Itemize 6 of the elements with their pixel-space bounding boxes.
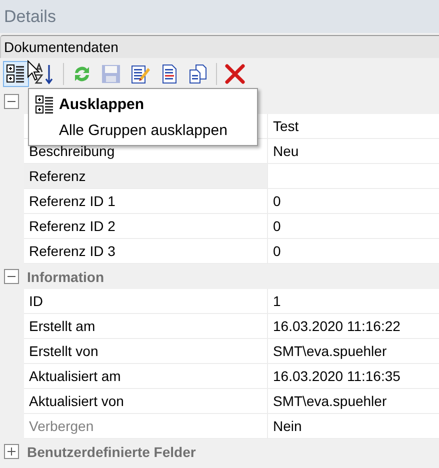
tooltip-text: Alle Gruppen ausklappen bbox=[59, 122, 228, 140]
group-title: Benutzerdefinierte Felder bbox=[27, 444, 196, 460]
window-title: Details bbox=[4, 6, 56, 26]
section-title: Dokumentendaten bbox=[4, 39, 118, 55]
tooltip-title: Ausklappen bbox=[59, 96, 146, 114]
group-title: Information bbox=[27, 268, 104, 284]
